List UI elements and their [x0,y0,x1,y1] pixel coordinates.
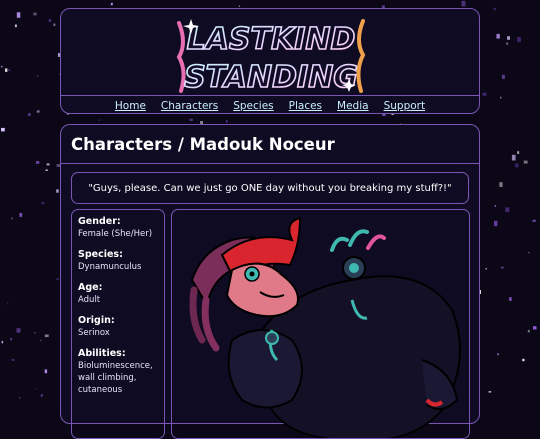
svg-text:LASTKIND: LASTKIND [187,22,356,57]
info-label: Species: [78,249,123,260]
character-panel: Characters / Madouk Noceur "Guys, please… [60,124,480,439]
nav-species[interactable]: Species [233,100,273,112]
svg-text:STANDING: STANDING [184,60,358,95]
info-origin: Origin: Serinox [78,315,158,339]
info-label: Gender: [78,216,121,227]
info-label: Abilities: [78,348,126,359]
site-logo[interactable]: LASTKIND STANDING [173,13,369,97]
info-species: Species: Dynamunculus [78,249,158,273]
info-value: Serinox [78,328,110,338]
nav-media[interactable]: Media [337,100,369,112]
info-label: Origin: [78,315,115,326]
main-nav: Home Characters Species Places Media Sup… [61,95,479,116]
info-value: Bioluminescence, wall climbing, cutaneou… [78,361,153,395]
nav-home[interactable]: Home [115,100,146,112]
info-abilities: Abilities: Bioluminescence, wall climbin… [78,348,158,396]
info-value: Adult [78,295,101,305]
site-header: LASTKIND STANDING Home Characters Specie… [60,8,480,114]
page-title: Characters / Madouk Noceur [71,135,335,154]
nav-support[interactable]: Support [384,100,426,112]
info-value: Female (She/Her) [78,229,153,239]
character-quote: "Guys, please. Can we just go ONE day wi… [71,172,469,204]
info-label: Age: [78,282,103,293]
nav-characters[interactable]: Characters [161,100,218,112]
info-age: Age: Adult [78,282,158,306]
info-gender: Gender: Female (She/Her) [78,216,158,240]
info-value: Dynamunculus [78,262,142,272]
title-divider [61,163,479,164]
nav-places[interactable]: Places [289,100,322,112]
